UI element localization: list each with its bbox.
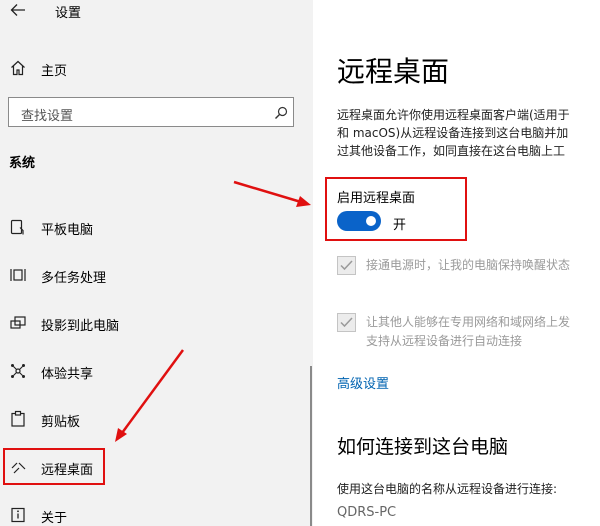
toggle-state-text: 开 [393, 218, 407, 233]
sidebar-item-multitasking[interactable]: 多任务处理 [0, 258, 313, 292]
checkmark-icon [340, 317, 353, 328]
sidebar-item-label: 剪贴板 [41, 415, 81, 430]
how-to-connect-title: 如何连接到这台电脑 [337, 436, 509, 458]
sidebar-item-remote-desktop[interactable]: 远程桌面 [0, 450, 313, 484]
sidebar-item-clipboard[interactable]: 剪贴板 [0, 402, 313, 436]
home-icon [9, 59, 27, 77]
app-title: 设置 [55, 6, 82, 21]
sidebar-item-shared-experiences[interactable]: 体验共享 [0, 354, 313, 388]
how-to-connect-description: 使用这台电脑的名称从远程设备进行连接: [337, 482, 558, 496]
keep-awake-label: 接通电源时，让我的电脑保持唤醒状态 [366, 256, 570, 275]
back-button[interactable] [6, 0, 30, 22]
multitasking-icon [9, 266, 27, 284]
keep-awake-checkbox[interactable] [337, 256, 356, 275]
sidebar-item-home[interactable]: 主页 [0, 54, 313, 82]
info-icon [9, 506, 27, 524]
search-input[interactable]: 查找设置 [8, 97, 294, 127]
sidebar-item-label: 多任务处理 [41, 271, 107, 286]
sidebar-item-label: 主页 [41, 64, 68, 79]
settings-sidebar: 设置 主页 查找设置 系统 平板电脑 多任务处理 投影到此电脑 体验共享 剪贴板… [0, 0, 313, 526]
pc-name: QDRS-PC [337, 505, 397, 520]
sidebar-item-tablet[interactable]: 平板电脑 [0, 210, 313, 244]
sidebar-scrollbar[interactable] [310, 366, 312, 526]
checkbox-label-line: 让其他人能够在专用网络和域网络上发 [366, 315, 571, 329]
sidebar-item-label: 平板电脑 [41, 223, 94, 238]
back-arrow-icon [10, 4, 25, 16]
section-title: 系统 [9, 156, 36, 171]
main-content: 远程桌面 远程桌面允许你使用远程桌面客户端(适用于 和 macOS)从远程设备连… [313, 0, 600, 526]
network-discovery-label: 让其他人能够在专用网络和域网络上发 支持从远程设备进行自动连接 [366, 313, 570, 351]
page-description: 远程桌面允许你使用远程桌面客户端(适用于 和 macOS)从远程设备连接到这台电… [337, 106, 570, 160]
search-icon[interactable] [274, 105, 288, 119]
remote-desktop-icon [9, 458, 27, 476]
sidebar-item-label: 关于 [41, 511, 68, 526]
project-icon [9, 314, 27, 332]
description-line: 和 macOS)从远程设备连接到这台电脑并加 [337, 126, 569, 140]
tablet-icon [9, 218, 27, 236]
advanced-settings-link[interactable]: 高级设置 [337, 373, 389, 392]
page-title: 远程桌面 [337, 55, 450, 88]
sidebar-item-project[interactable]: 投影到此电脑 [0, 306, 313, 340]
sidebar-item-about[interactable]: 关于 [0, 498, 313, 526]
description-line: 过其他设备工作，如同直接在这台电脑上工 [337, 144, 566, 158]
toggle-knob [366, 216, 376, 226]
sidebar-item-label: 体验共享 [41, 367, 94, 382]
clipboard-icon [9, 410, 27, 428]
sidebar-item-label: 远程桌面 [41, 463, 94, 478]
remote-desktop-toggle-label: 启用远程桌面 [337, 191, 416, 206]
checkbox-label-line: 支持从远程设备进行自动连接 [366, 334, 523, 348]
search-placeholder: 查找设置 [21, 109, 74, 124]
remote-desktop-toggle[interactable] [337, 211, 381, 231]
sidebar-item-label: 投影到此电脑 [41, 319, 120, 334]
description-line: 远程桌面允许你使用远程桌面客户端(适用于 [337, 108, 570, 122]
checkbox-label-line: 接通电源时，让我的电脑保持唤醒状态 [366, 258, 571, 272]
share-icon [9, 362, 27, 380]
checkmark-icon [340, 260, 353, 271]
network-discovery-checkbox[interactable] [337, 313, 356, 332]
